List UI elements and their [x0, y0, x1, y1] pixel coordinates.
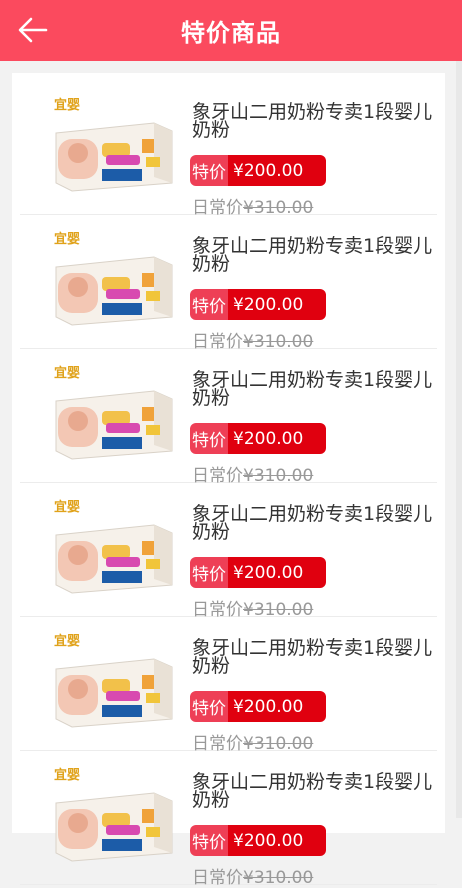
sale-price-badge: 特价 ¥200.00 [190, 289, 326, 320]
product-name[interactable]: 象牙山二用奶粉专卖1段婴儿奶粉 [192, 505, 442, 542]
svg-text:宜婴: 宜婴 [54, 499, 80, 514]
sale-tag: 特价 [190, 289, 228, 320]
sale-price: ¥200.00 [228, 691, 326, 722]
svg-text:宜婴: 宜婴 [54, 767, 80, 782]
sale-tag: 特价 [190, 155, 228, 186]
sale-price-badge: 特价 ¥200.00 [190, 691, 326, 722]
product-image[interactable]: 宜婴 [50, 229, 174, 329]
sale-price-badge: 特价 ¥200.00 [190, 423, 326, 454]
product-image[interactable]: 宜婴 [50, 363, 174, 463]
sale-price: ¥200.00 [228, 289, 326, 320]
product-list: 宜婴 象牙山二用奶粉专卖1段婴儿奶粉 特价 ¥200.00 日常价¥310.00 [12, 81, 445, 888]
product-name[interactable]: 象牙山二用奶粉专卖1段婴儿奶粉 [192, 639, 442, 676]
original-price: 日常价¥310.00 [192, 863, 313, 888]
sale-price: ¥200.00 [228, 825, 326, 856]
sale-price-badge: 特价 ¥200.00 [190, 155, 326, 186]
sale-price: ¥200.00 [228, 557, 326, 588]
sale-tag: 特价 [190, 691, 228, 722]
original-price-label: 日常价 [192, 868, 243, 888]
product-image[interactable]: 宜婴 [50, 95, 174, 195]
product-name[interactable]: 象牙山二用奶粉专卖1段婴儿奶粉 [192, 773, 442, 810]
product-item[interactable]: 宜婴 象牙山二用奶粉专卖1段婴儿奶粉 特价 ¥200.00 日常价¥310.00 [20, 215, 437, 352]
original-price-value: ¥310.00 [243, 868, 314, 888]
product-name[interactable]: 象牙山二用奶粉专卖1段婴儿奶粉 [192, 103, 442, 140]
product-item[interactable]: 宜婴 象牙山二用奶粉专卖1段婴儿奶粉 特价 ¥200.00 日常价¥310.00 [20, 349, 437, 486]
product-name[interactable]: 象牙山二用奶粉专卖1段婴儿奶粉 [192, 371, 442, 408]
page-title: 特价商品 [181, 19, 281, 47]
product-list-panel: 宜婴 象牙山二用奶粉专卖1段婴儿奶粉 特价 ¥200.00 日常价¥310.00 [12, 73, 445, 888]
header-bar: 特价商品 [0, 0, 462, 61]
sale-tag: 特价 [190, 825, 228, 856]
product-image[interactable]: 宜婴 [50, 631, 174, 731]
arrow-left-icon [18, 17, 48, 43]
product-image[interactable]: 宜婴 [50, 765, 174, 865]
product-item[interactable]: 宜婴 象牙山二用奶粉专卖1段婴儿奶粉 特价 ¥200.00 日常价¥310.00 [20, 751, 437, 888]
scrollbar[interactable] [456, 61, 462, 818]
sale-price: ¥200.00 [228, 155, 326, 186]
svg-text:宜婴: 宜婴 [54, 231, 80, 246]
product-image[interactable]: 宜婴 [50, 497, 174, 597]
sale-price: ¥200.00 [228, 423, 326, 454]
svg-text:宜婴: 宜婴 [54, 633, 80, 648]
sale-price-badge: 特价 ¥200.00 [190, 557, 326, 588]
sale-tag: 特价 [190, 423, 228, 454]
product-item[interactable]: 宜婴 象牙山二用奶粉专卖1段婴儿奶粉 特价 ¥200.00 日常价¥310.00 [20, 483, 437, 620]
svg-text:宜婴: 宜婴 [54, 365, 80, 380]
sale-tag: 特价 [190, 557, 228, 588]
product-name[interactable]: 象牙山二用奶粉专卖1段婴儿奶粉 [192, 237, 442, 274]
product-item[interactable]: 宜婴 象牙山二用奶粉专卖1段婴儿奶粉 特价 ¥200.00 日常价¥310.00 [20, 81, 437, 218]
back-button[interactable] [14, 12, 52, 48]
sale-price-badge: 特价 ¥200.00 [190, 825, 326, 856]
svg-text:宜婴: 宜婴 [54, 97, 80, 112]
product-item[interactable]: 宜婴 象牙山二用奶粉专卖1段婴儿奶粉 特价 ¥200.00 日常价¥310.00 [20, 617, 437, 754]
